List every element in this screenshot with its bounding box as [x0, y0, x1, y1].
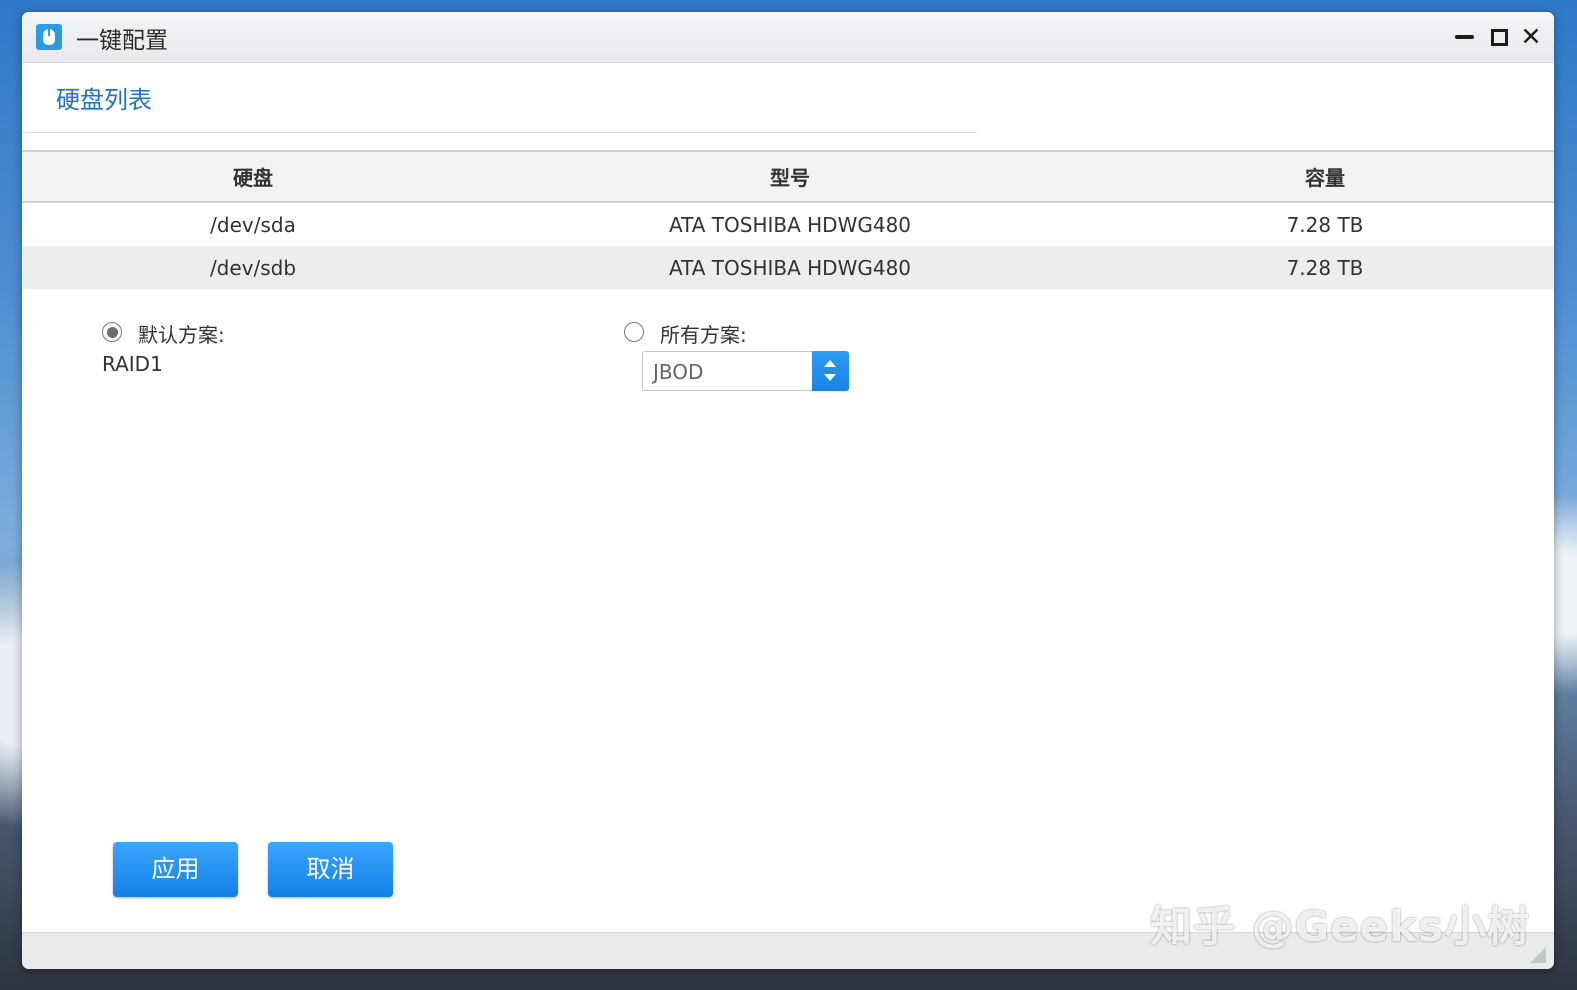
title-bar[interactable]: 一键配置 ✕ — [22, 12, 1554, 63]
cell-model: ATA TOSHIBA HDWG480 — [668, 212, 912, 237]
resize-grip-icon[interactable] — [1530, 947, 1546, 963]
plan-select-value: JBOD — [653, 360, 704, 384]
divider — [22, 132, 977, 133]
cell-capacity: 7.28 TB — [1096, 246, 1554, 289]
window-title: 一键配置 — [76, 28, 168, 54]
mouse-icon — [36, 24, 62, 50]
table-row[interactable]: /dev/sdb ATA TOSHIBA HDWG480 7.28 TB — [22, 246, 1554, 289]
disk-table: 硬盘 型号 容量 /dev/sda ATA TOSHIBA HDWG480 7.… — [22, 150, 1554, 289]
watermark: 知乎 @Geeks小树 — [1150, 902, 1530, 951]
default-plan-label: 默认方案: — [138, 323, 225, 347]
default-plan-radio[interactable] — [102, 322, 122, 342]
apply-button[interactable]: 应用 — [113, 842, 238, 897]
cancel-button[interactable]: 取消 — [268, 842, 393, 897]
config-window: 一键配置 ✕ 硬盘列表 硬盘 型号 容量 /dev/sda ATA TOSHIB… — [22, 12, 1554, 969]
cell-disk: /dev/sdb — [22, 246, 484, 289]
plan-select[interactable]: JBOD — [642, 351, 849, 391]
close-icon[interactable]: ✕ — [1519, 24, 1543, 49]
cell-capacity: 7.28 TB — [1286, 212, 1364, 237]
cell-model: ATA TOSHIBA HDWG480 — [484, 246, 1096, 289]
column-header-capacity: 容量 — [1096, 150, 1554, 203]
updown-arrows-icon[interactable] — [812, 351, 849, 391]
column-header-disk: 硬盘 — [22, 150, 484, 203]
section-title: 硬盘列表 — [56, 86, 152, 114]
table-row[interactable]: /dev/sda ATA TOSHIBA HDWG480 7.28 TB — [22, 202, 1554, 246]
maximize-icon[interactable] — [1487, 25, 1511, 49]
all-plans-radio[interactable] — [624, 322, 644, 342]
default-plan-value: RAID1 — [102, 352, 163, 376]
column-header-model: 型号 — [484, 150, 1096, 203]
cell-disk: /dev/sda — [210, 212, 296, 237]
all-plans-label: 所有方案: — [660, 323, 747, 347]
minimize-icon[interactable] — [1452, 25, 1476, 49]
